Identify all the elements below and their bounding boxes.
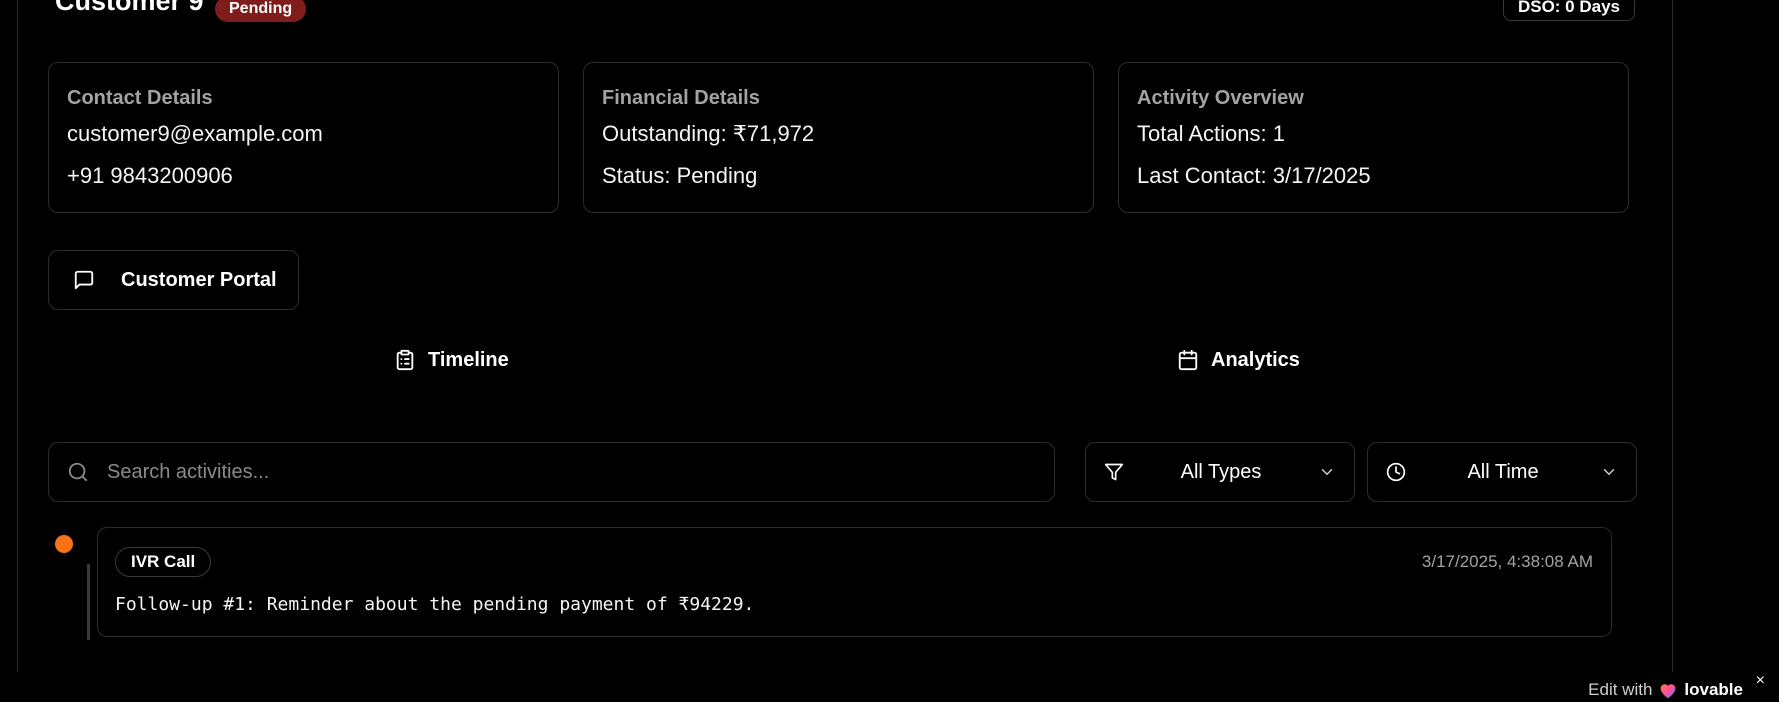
tab-timeline[interactable]: Timeline — [394, 342, 509, 378]
clipboard-list-icon — [396, 349, 414, 371]
tab-timeline-label: Timeline — [428, 348, 509, 371]
search-box[interactable] — [48, 442, 1055, 502]
timeline-line — [87, 564, 90, 640]
clock-icon — [1386, 462, 1406, 482]
type-filter-value: All Types — [1180, 460, 1262, 483]
edit-with-lovable-link[interactable]: Edit with lovable — [1588, 678, 1743, 702]
card-title: Financial Details — [602, 87, 760, 109]
chevron-down-icon — [1321, 469, 1333, 475]
contact-email: customer9@example.com — [67, 121, 323, 146]
timeline-dot — [55, 535, 73, 553]
activity-message: Follow-up #1: Reminder about the pending… — [115, 594, 755, 615]
tab-analytics[interactable]: Analytics — [1177, 342, 1300, 378]
activity-type-badge: IVR Call — [115, 547, 212, 577]
customer-detail-panel: Customer 9 Pending DSO: 0 Days Contact D… — [17, 0, 1673, 672]
search-icon — [68, 462, 88, 482]
calendar-icon — [1178, 349, 1198, 371]
type-filter-select[interactable]: All Types — [1085, 442, 1355, 502]
edit-with-label: Edit with — [1588, 680, 1653, 699]
customer-portal-label: Customer Portal — [121, 268, 277, 291]
status-badge: Pending — [215, 0, 307, 22]
card-title: Activity Overview — [1137, 87, 1304, 109]
financial-details-card: Financial Details Outstanding: ₹71,972 S… — [583, 62, 1094, 213]
activity-timestamp: 3/17/2025, 4:38:08 AM — [1421, 552, 1593, 571]
time-filter-select[interactable]: All Time — [1367, 442, 1637, 502]
outstanding-amount: Outstanding: ₹71,972 — [602, 121, 815, 146]
lovable-heart-icon — [1661, 684, 1676, 699]
card-title: Contact Details — [67, 87, 213, 109]
customer-portal-button[interactable]: Customer Portal — [48, 250, 299, 310]
search-input[interactable] — [107, 460, 1007, 484]
total-actions: Total Actions: 1 — [1137, 121, 1285, 146]
chevron-down-icon — [1603, 469, 1615, 475]
dso-badge: DSO: 0 Days — [1502, 0, 1635, 21]
customer-name: Customer 9 — [55, 0, 204, 16]
last-contact: Last Contact: 3/17/2025 — [1137, 163, 1371, 188]
lovable-brand: lovable — [1684, 680, 1743, 699]
financial-status: Status: Pending — [602, 163, 758, 188]
close-icon[interactable]: × — [1756, 672, 1765, 690]
filter-icon — [1104, 463, 1124, 481]
contact-details-card: Contact Details customer9@example.com +9… — [48, 62, 559, 213]
activity-item: IVR Call 3/17/2025, 4:38:08 AM Follow-up… — [97, 527, 1612, 637]
customer-header: Customer 9 Pending DSO: 0 Days — [55, 0, 1635, 24]
time-filter-value: All Time — [1467, 460, 1539, 483]
activity-overview-card: Activity Overview Total Actions: 1 Last … — [1118, 62, 1629, 213]
message-square-icon — [74, 270, 94, 290]
tab-analytics-label: Analytics — [1211, 348, 1300, 371]
contact-phone: +91 9843200906 — [67, 163, 233, 188]
